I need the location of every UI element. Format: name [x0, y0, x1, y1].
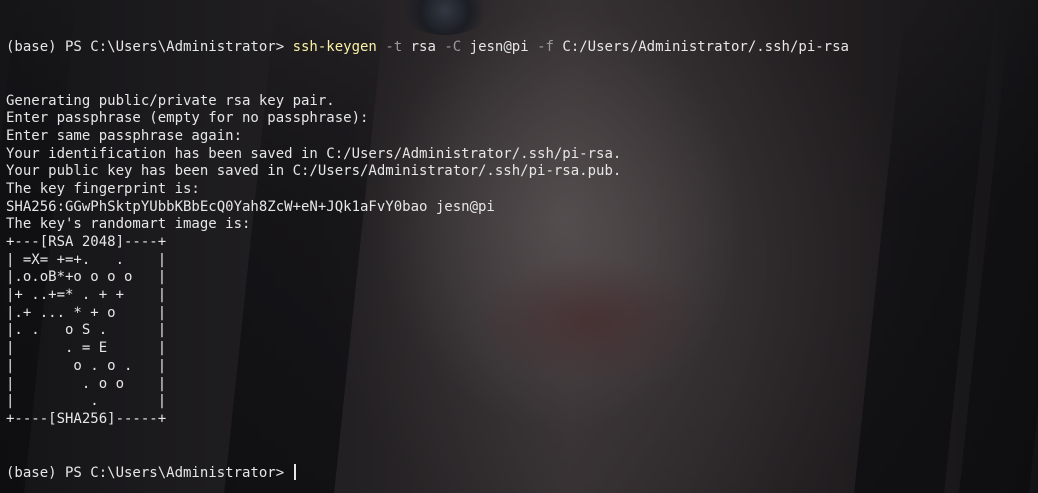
- output-lines: Generating public/private rsa key pair. E…: [6, 93, 849, 429]
- command-token-space: [402, 39, 410, 55]
- output-line: | . |: [6, 393, 167, 410]
- terminal-window[interactable]: (base) PS C:\Users\Administrator> ssh-ke…: [0, 0, 1038, 493]
- output-line: | . o o |: [6, 375, 167, 392]
- command-token-space: [529, 39, 537, 55]
- output-line: The key fingerprint is:: [6, 180, 200, 197]
- output-line: Generating public/private rsa key pair.: [6, 92, 335, 109]
- output-line: Your identification has been saved in C:…: [6, 145, 622, 162]
- output-line: The key's randomart image is:: [6, 216, 251, 233]
- output-line: |+ ..+=* . + + |: [6, 287, 167, 304]
- final-prompt: (base) PS C:\Users\Administrator>: [6, 464, 293, 481]
- text-cursor: [293, 463, 296, 480]
- command-arguments: -t rsa -C jesn@pi -f C:/Users/Administra…: [377, 39, 849, 55]
- final-prompt-line[interactable]: (base) PS C:\Users\Administrator>: [6, 463, 849, 482]
- output-line: |.+ ... * + o |: [6, 304, 167, 321]
- command-name: ssh-keygen: [292, 39, 377, 56]
- output-line: | =X= +=+. . |: [6, 251, 167, 268]
- output-line: |. . o S . |: [6, 322, 167, 339]
- command-token-flag: -t: [385, 39, 403, 56]
- terminal-output: (base) PS C:\Users\Administrator> ssh-ke…: [6, 4, 849, 493]
- command-token-arg: jesn@pi: [469, 39, 529, 56]
- command-token-flag: -f: [537, 39, 554, 56]
- command-token-space: [461, 39, 469, 55]
- output-line: | . = E |: [6, 340, 167, 357]
- output-line: Your public key has been saved in C:/Use…: [6, 163, 622, 180]
- output-line: | o . o . |: [6, 357, 167, 374]
- command-token-flag: -C: [444, 39, 462, 56]
- output-line: +---[RSA 2048]----+: [6, 234, 167, 250]
- command-line: (base) PS C:\Users\Administrator> ssh-ke…: [6, 39, 849, 57]
- prompt: (base) PS C:\Users\Administrator>: [6, 39, 293, 56]
- command-token-arg: rsa: [410, 39, 436, 56]
- output-line: +----[SHA256]-----+: [6, 410, 167, 427]
- output-line: SHA256:GGwPhSktpYUbbKBbEcQ0Yah8ZcW+eN+JQ…: [6, 198, 495, 215]
- command-token-arg: C:/Users/Administrator/.ssh/pi-rsa: [562, 39, 849, 56]
- output-line: Enter same passphrase again:: [6, 127, 243, 144]
- output-line: |.o.oB*+o o o o |: [6, 269, 167, 286]
- output-line: Enter passphrase (empty for no passphras…: [6, 110, 369, 127]
